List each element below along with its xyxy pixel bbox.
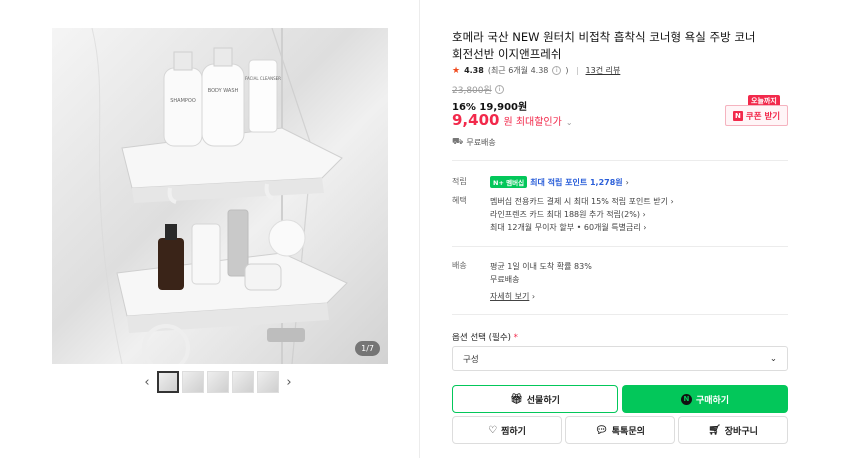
truck-icon: ⛟: [452, 137, 464, 147]
thumbnail-1[interactable]: [157, 371, 179, 393]
delivery-info: 평균 1일 이내 도착 확률 83% 무료배송 자세히 보기 ›: [490, 260, 786, 303]
final-price: 9,400: [452, 111, 500, 129]
divider: [452, 160, 788, 161]
wish-button[interactable]: ♡ 찜하기: [452, 416, 562, 444]
buy-button-label: 구매하기: [695, 395, 730, 406]
naver-n-icon: N: [732, 110, 743, 121]
naver-pay-icon: N: [680, 393, 692, 405]
divider: [452, 246, 788, 247]
perks-list: 멤버십 전용카드 결제 시 최대 15% 적립 포인트 받기 › 라인프렌즈 카…: [490, 195, 786, 234]
coupon-button[interactable]: N 쿠폰 받기: [725, 105, 788, 126]
separator: [576, 66, 578, 75]
thumbnail-strip: ‹ ›: [140, 371, 296, 393]
rating-recent: (최근 6개월 4.38: [487, 66, 549, 75]
thumbnail-5[interactable]: [257, 371, 279, 393]
option-label: 옵션 선택 (필수) *: [452, 333, 518, 343]
star-icon: ★: [452, 65, 461, 76]
chat-icon: 💬︎: [595, 424, 608, 436]
gift-icon: 🎁︎: [510, 393, 523, 405]
review-link[interactable]: 13건 리뷰: [586, 65, 621, 76]
talk-button-label: 톡톡문의: [611, 426, 645, 437]
cart-button-label: 장바구니: [724, 426, 758, 437]
option-selected-value: 구성: [463, 354, 479, 365]
buy-button[interactable]: N 구매하기: [622, 385, 788, 413]
delivery-line: 무료배송: [490, 275, 520, 284]
thumbnail-prev-icon[interactable]: ‹: [140, 375, 154, 390]
original-price-row: 23,800원 i: [452, 83, 504, 96]
price-info-icon[interactable]: i: [494, 85, 504, 94]
product-title: 호메라 국산 NEW 원터치 비접착 흡착식 코너형 욕실 주방 코너회전선반 …: [452, 30, 756, 61]
rating-row: ★ 4.38 (최근 6개월 4.38 i) 13건 리뷰: [452, 65, 620, 76]
perks-label: 혜택: [452, 196, 467, 205]
points-row: 적립 N+ 멤버십 최대 적립 포인트 1,278원 ›: [452, 176, 788, 190]
thumbnail-2[interactable]: [182, 371, 204, 393]
original-price: 23,800원: [452, 86, 492, 96]
gift-button-label: 선물하기: [526, 395, 560, 406]
rating-value: 4.38: [464, 66, 484, 75]
heart-icon: ♡: [488, 424, 498, 436]
delivery-label: 배송: [452, 261, 467, 270]
thumbnail-next-icon[interactable]: ›: [282, 375, 296, 390]
image-counter: 1/7: [355, 341, 380, 356]
delivery-row: 배송 평균 1일 이내 도착 확률 83% 무료배송 자세히 보기 ›: [452, 260, 788, 305]
chevron-down-icon: ⌄: [769, 353, 777, 364]
final-price-suffix: 원 최대할인가: [503, 117, 562, 128]
shampoo-label: SHAMPOO: [170, 98, 196, 104]
chevron-down-icon: ⌄: [565, 118, 573, 127]
talk-button[interactable]: 💬︎ 톡톡문의: [565, 416, 675, 444]
thumbnail-3[interactable]: [207, 371, 229, 393]
gift-button[interactable]: 🎁︎ 선물하기: [452, 385, 618, 413]
points-label: 적립: [452, 177, 467, 186]
shipping-row: ⛟ 무료배송: [452, 137, 496, 148]
rating-close: ): [565, 66, 569, 75]
detail-link[interactable]: 자세히 보기 ›: [490, 290, 786, 303]
perk-item[interactable]: 라인프렌즈 카드 최대 188원 추가 적립(2%) ›: [490, 208, 786, 221]
option-select[interactable]: 구성 ⌄: [452, 346, 788, 371]
npay-membership-tag: N+ 멤버십: [490, 176, 528, 188]
cleanser-label: FACIAL CLEANSER: [245, 76, 281, 81]
chevron-right-icon: ›: [625, 177, 629, 187]
body-wash-label: BODY WASH: [208, 88, 239, 94]
product-main-image[interactable]: SHAMPOO BODY WASH FACIAL CLEANSER 1/7: [52, 28, 388, 364]
cart-icon: 🛒︎: [708, 424, 721, 436]
coupon-button-label: 쿠폰 받기: [745, 111, 781, 122]
cart-button[interactable]: 🛒︎ 장바구니: [678, 416, 788, 444]
perks-row: 혜택 멤버십 전용카드 결제 시 최대 15% 적립 포인트 받기 › 라인프렌…: [452, 195, 788, 235]
final-price-row[interactable]: 9,400 원 최대할인가 ⌄: [452, 111, 573, 129]
shipping-text: 무료배송: [466, 138, 496, 147]
divider: [452, 314, 788, 315]
product-photo: SHAMPOO BODY WASH FACIAL CLEANSER: [52, 28, 388, 364]
panel-divider: [419, 0, 420, 458]
thumbnail-4[interactable]: [232, 371, 254, 393]
points-link[interactable]: N+ 멤버십 최대 적립 포인트 1,278원 ›: [490, 176, 786, 188]
wish-button-label: 찜하기: [501, 426, 526, 437]
perk-item[interactable]: 최대 12개월 무이자 할부 • 60개월 특별금리 ›: [490, 221, 786, 234]
points-text: 최대 적립 포인트 1,278원: [530, 177, 623, 187]
delivery-line: 평균 1일 이내 도착 확률 83%: [490, 262, 592, 271]
perk-item[interactable]: 멤버십 전용카드 결제 시 최대 15% 적립 포인트 받기 ›: [490, 195, 786, 208]
info-icon[interactable]: i: [552, 66, 562, 75]
